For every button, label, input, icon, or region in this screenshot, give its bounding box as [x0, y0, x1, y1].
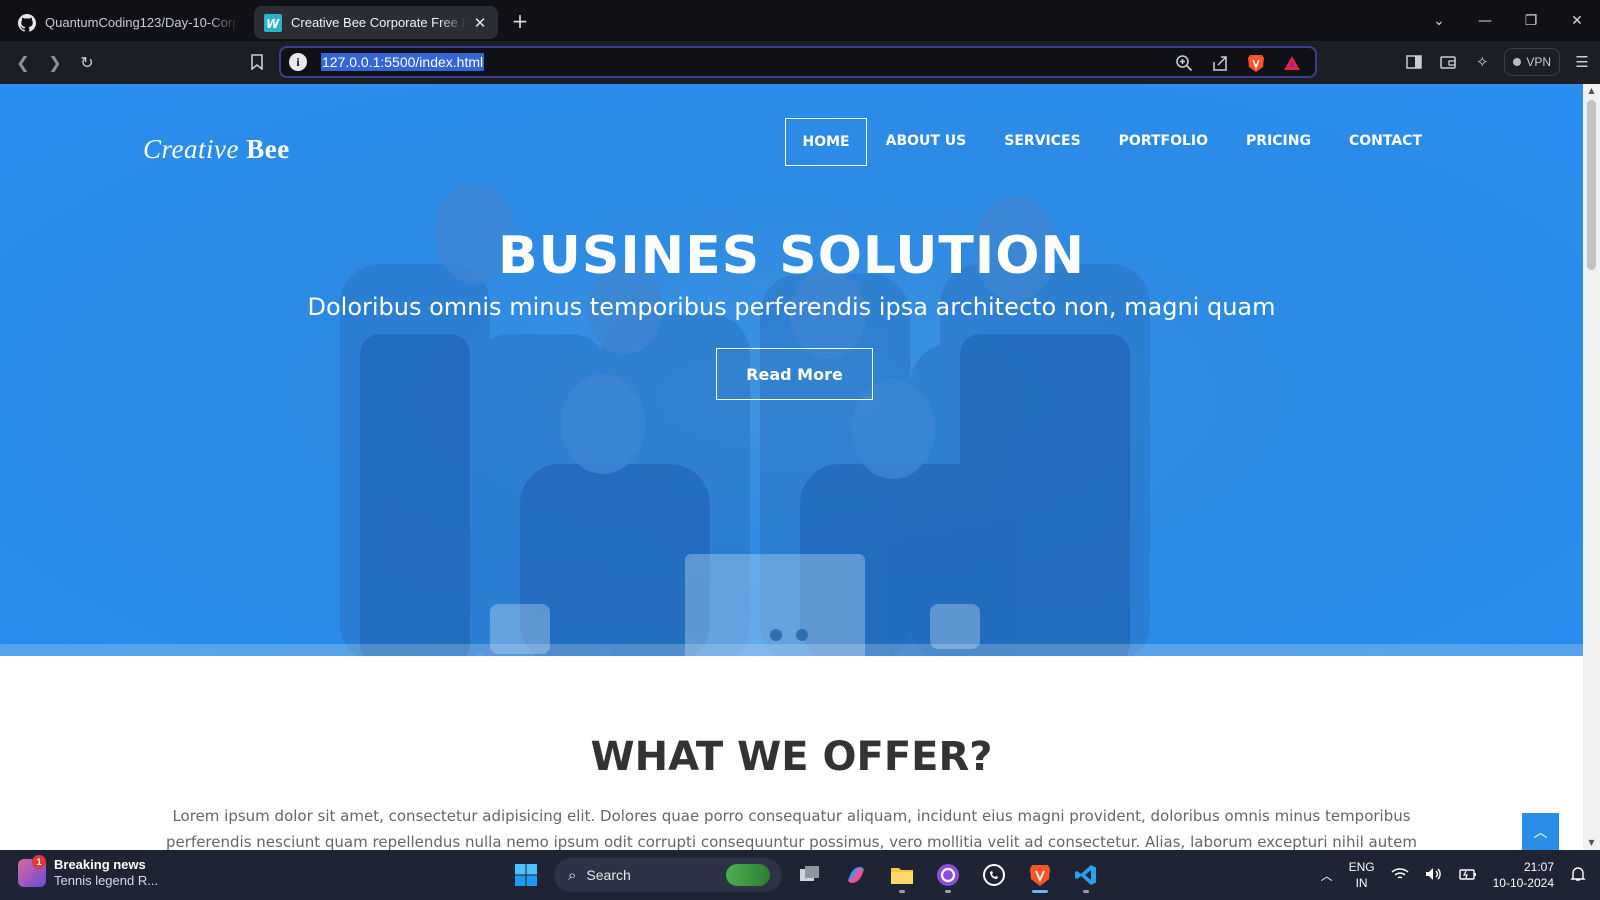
menu-icon[interactable]: ☰ — [1570, 48, 1594, 76]
copilot-icon[interactable] — [838, 857, 874, 893]
language-indicator[interactable]: ENG IN — [1349, 859, 1375, 891]
slider-dot-2[interactable] — [796, 629, 808, 641]
battery-icon[interactable] — [1458, 867, 1477, 884]
notification-bell-icon[interactable] — [1570, 866, 1586, 885]
search-icon: ⌕ — [568, 866, 577, 884]
chevron-up-tray-icon[interactable]: ︿ — [1321, 867, 1333, 884]
github-desktop-icon[interactable] — [930, 857, 966, 893]
vscode-icon[interactable] — [1068, 857, 1104, 893]
tab-title: Creative Bee Corporate Free HT — [291, 15, 466, 30]
main-navigation: HOME ABOUT US SERVICES PORTFOLIO PRICING… — [785, 118, 1441, 166]
nav-about-us[interactable]: ABOUT US — [867, 118, 986, 166]
brave-shields-icon[interactable] — [1245, 52, 1267, 74]
minimize-icon[interactable]: — — [1462, 0, 1508, 41]
volume-icon[interactable] — [1425, 867, 1443, 884]
bookmark-icon[interactable] — [242, 47, 272, 77]
wallet-icon[interactable] — [1436, 48, 1460, 76]
language-line-1: ENG — [1348, 860, 1375, 874]
page-scrollbar[interactable]: ▲ ▼ — [1583, 84, 1600, 850]
logo-text-bold: Bee — [246, 134, 290, 164]
toolbar-right: ✧ VPN ☰ — [1402, 48, 1594, 76]
zoom-icon[interactable] — [1173, 52, 1195, 74]
slider-dot-1[interactable] — [770, 629, 782, 641]
scroll-up-arrow-icon[interactable]: ▲ — [1583, 84, 1600, 98]
tab-github[interactable]: QuantumCoding123/Day-10-Corpo — [8, 6, 248, 39]
close-window-icon[interactable]: ✕ — [1554, 0, 1600, 41]
reload-icon[interactable]: ↻ — [72, 48, 102, 78]
new-tab-button[interactable]: + — [506, 7, 534, 35]
start-button[interactable] — [508, 857, 544, 893]
brave-rewards-icon[interactable] — [1281, 52, 1303, 74]
windows-logo-icon — [515, 864, 537, 886]
clock-time: 21:07 — [1523, 860, 1554, 874]
address-bar[interactable]: i 127.0.0.1:5500/index.html — [279, 46, 1317, 78]
address-bar-actions — [1173, 52, 1303, 74]
chevron-up-icon: ︿ — [1533, 824, 1548, 841]
close-tab-icon[interactable]: ✕ — [472, 14, 488, 32]
hero-subtitle: Doloribus omnis minus temporibus perfere… — [307, 293, 1276, 321]
browser-tab-bar: QuantumCoding123/Day-10-Corpo W Creative… — [0, 0, 1600, 41]
news-widget-icon: 1 — [18, 855, 46, 887]
nav-home[interactable]: HOME — [785, 118, 867, 166]
file-explorer-icon[interactable] — [884, 857, 920, 893]
clock[interactable]: 21:07 10-10-2024 — [1493, 859, 1554, 891]
search-highlight-icon — [726, 864, 770, 886]
system-tray: ︿ ENG IN 21:07 10-10-2024 — [1321, 850, 1586, 900]
nav-pricing[interactable]: PRICING — [1227, 118, 1330, 166]
slider-dots — [770, 629, 808, 641]
forward-icon[interactable]: ❯ — [40, 48, 70, 78]
back-icon[interactable]: ❮ — [8, 48, 38, 78]
share-icon[interactable] — [1209, 52, 1231, 74]
tab-creative-bee[interactable]: W Creative Bee Corporate Free HT ✕ — [254, 6, 498, 39]
whatsapp-icon[interactable] — [976, 857, 1012, 893]
leo-ai-icon[interactable]: ✧ — [1470, 48, 1494, 76]
vpn-button[interactable]: VPN — [1504, 48, 1560, 76]
vpn-status-icon — [1513, 58, 1522, 66]
site-favicon-icon: W — [264, 13, 282, 32]
offer-section-text: Lorem ipsum dolor sit amet, consectetur … — [166, 807, 1417, 850]
hero-title: BUSINES SOLUTION — [498, 226, 1085, 286]
news-title: Breaking news — [54, 857, 146, 872]
nav-contact[interactable]: CONTACT — [1330, 118, 1441, 166]
read-more-button[interactable]: Read More — [716, 348, 873, 400]
hero-banner: Creative Bee HOME ABOUT US SERVICES PORT… — [0, 84, 1583, 656]
news-badge: 1 — [32, 855, 46, 869]
brave-browser-icon[interactable] — [1022, 857, 1058, 893]
browser-toolbar: ❮ ❯ ↻ i 127.0.0.1:5500/index.html ✧ VPN … — [0, 41, 1600, 84]
restore-icon[interactable]: ❐ — [1508, 0, 1554, 41]
wifi-icon[interactable] — [1391, 867, 1409, 884]
news-text: Tennis legend R... — [54, 873, 159, 888]
site-info-icon[interactable]: i — [289, 53, 307, 71]
scrollbar-thumb[interactable] — [1587, 100, 1596, 270]
taskbar-search-label: Search — [586, 867, 631, 883]
github-icon — [18, 13, 36, 32]
taskbar-search[interactable]: ⌕ Search — [554, 858, 782, 892]
window-controls: ⌄ — ❐ ✕ — [1416, 0, 1600, 41]
site-logo[interactable]: Creative Bee — [143, 134, 290, 165]
page-viewport: Creative Bee HOME ABOUT US SERVICES PORT… — [0, 84, 1583, 850]
nav-portfolio[interactable]: PORTFOLIO — [1100, 118, 1227, 166]
svg-text:W: W — [266, 17, 280, 31]
taskbar-apps: ⌕ Search — [508, 857, 1104, 893]
back-to-top-button[interactable]: ︿ — [1522, 813, 1559, 850]
news-widget[interactable]: 1 Breaking news Tennis legend R... — [18, 855, 159, 889]
sidebar-icon[interactable] — [1402, 48, 1426, 76]
tab-title: QuantumCoding123/Day-10-Corpo — [45, 15, 238, 30]
language-line-2: IN — [1355, 876, 1368, 890]
task-view-icon[interactable] — [792, 857, 828, 893]
clock-date: 10-10-2024 — [1492, 876, 1554, 890]
windows-taskbar: 1 Breaking news Tennis legend R... ⌕ Sea… — [0, 850, 1600, 900]
vpn-label: VPN — [1526, 55, 1551, 69]
tab-search-icon[interactable]: ⌄ — [1416, 0, 1462, 41]
nav-services[interactable]: SERVICES — [985, 118, 1099, 166]
logo-text-light: Creative — [143, 134, 239, 164]
url-text[interactable]: 127.0.0.1:5500/index.html — [321, 53, 485, 71]
scroll-down-arrow-icon[interactable]: ▼ — [1583, 836, 1600, 850]
offer-section-title: WHAT WE OFFER? — [590, 734, 993, 780]
